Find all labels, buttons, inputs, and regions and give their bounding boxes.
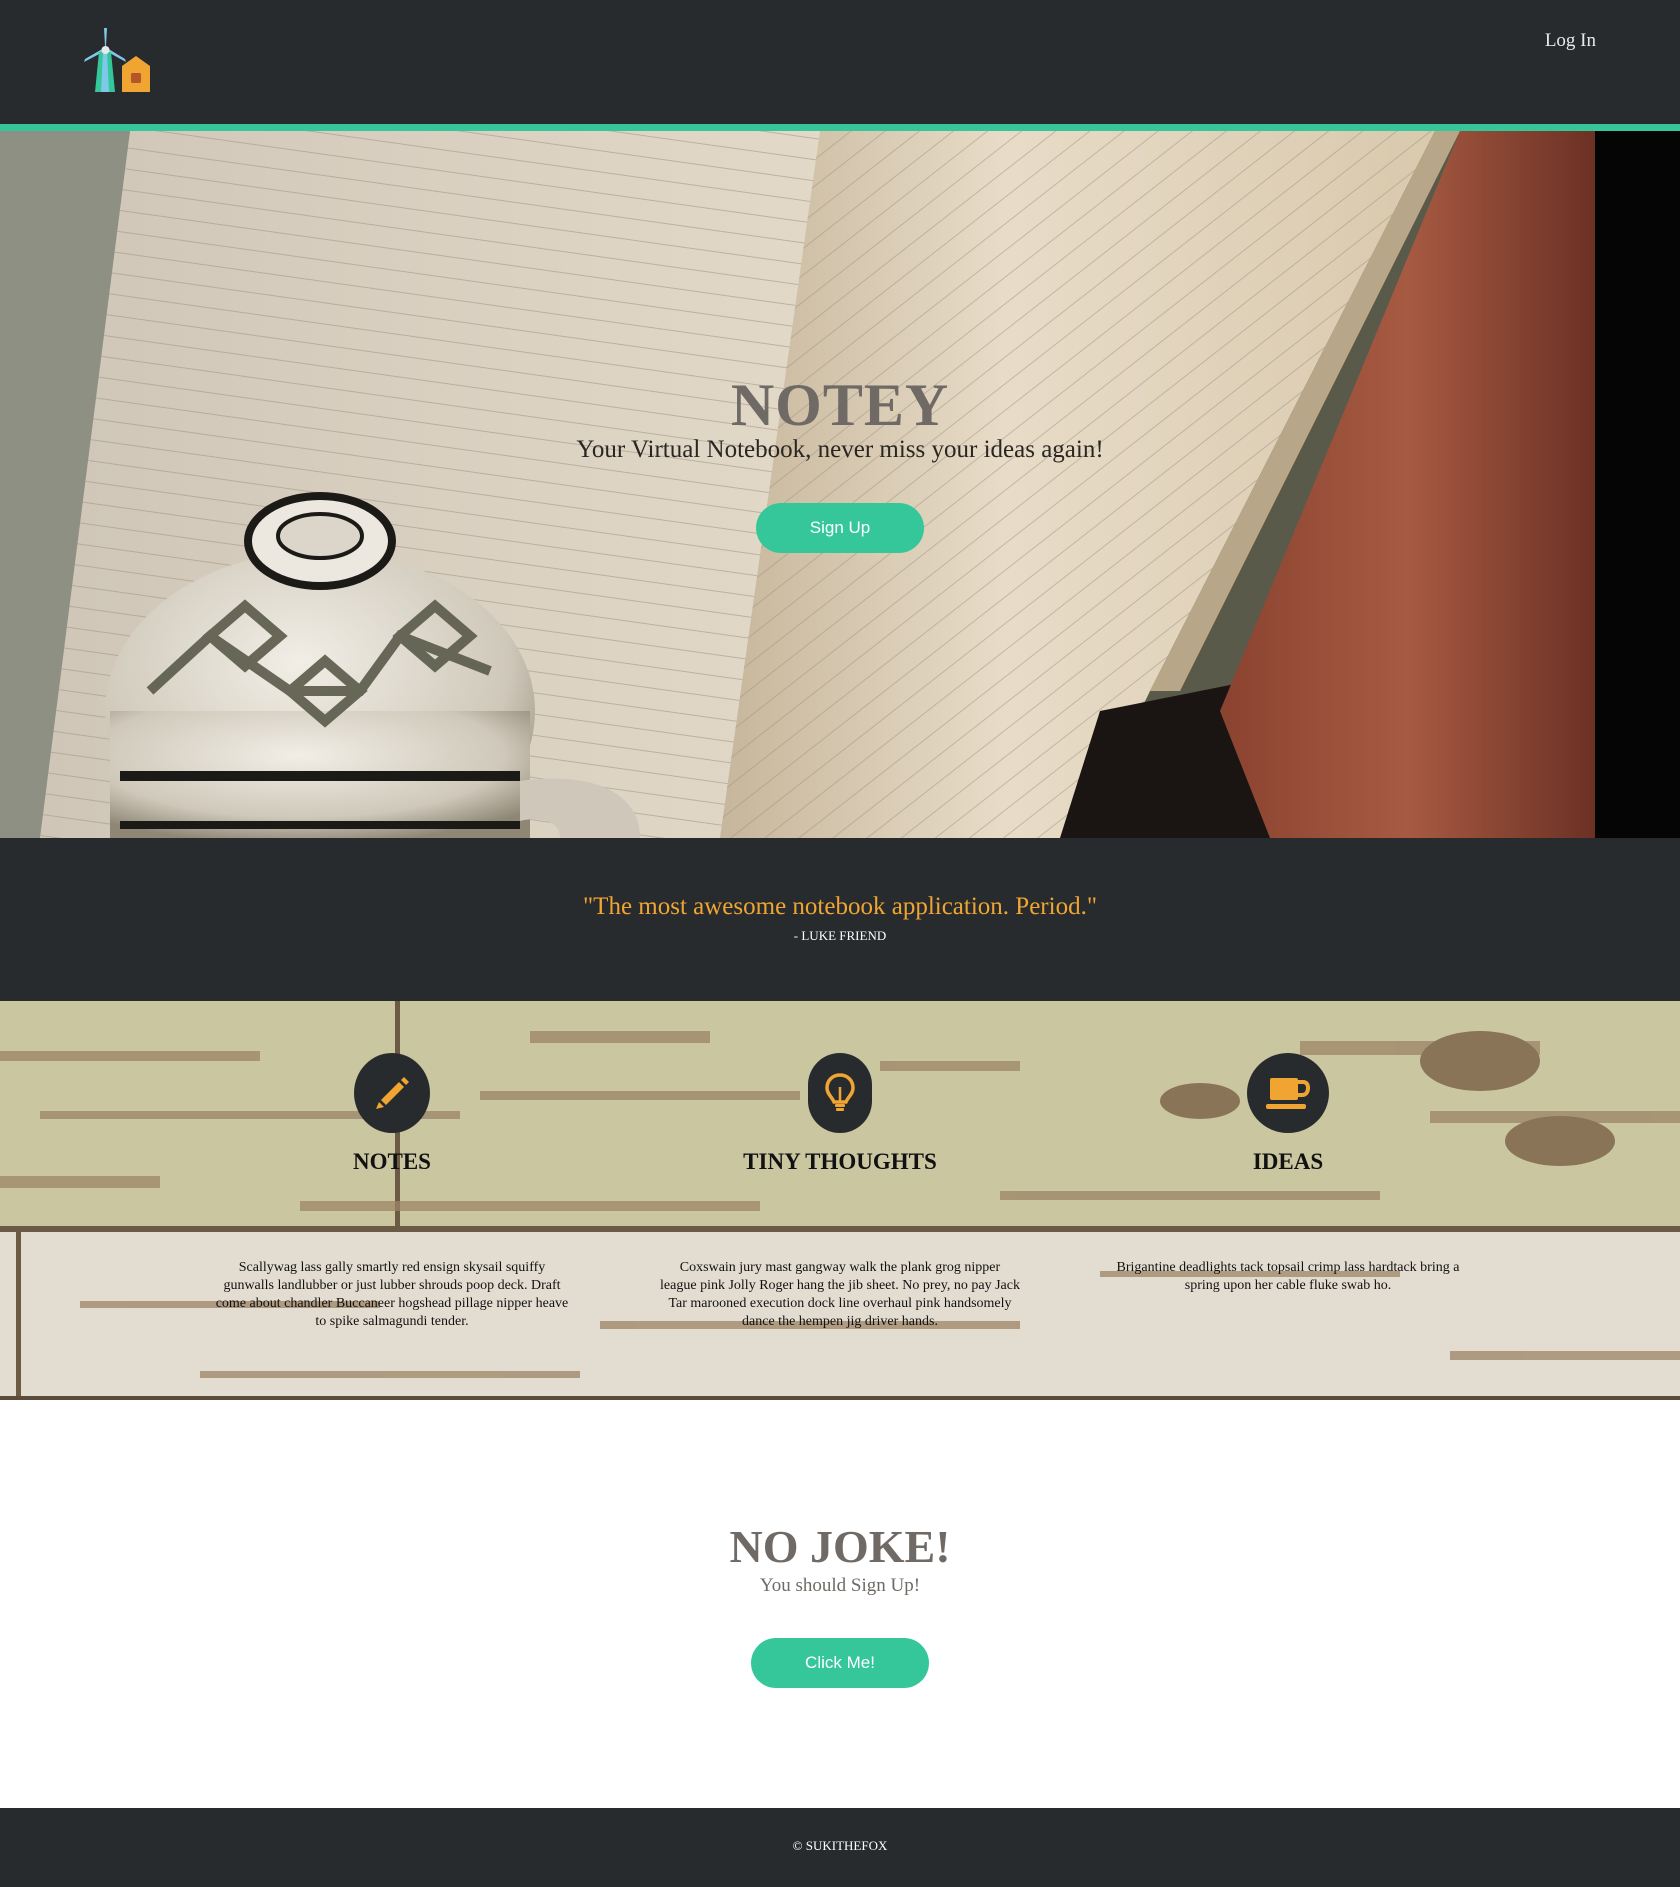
pencil-icon <box>376 1077 409 1109</box>
hero-content: NOTEY Your Virtual Notebook, never miss … <box>0 131 1680 838</box>
feature-notes-icon-circle <box>354 1053 430 1133</box>
lightbulb-icon <box>825 1073 855 1111</box>
feature-notes: NOTES Scallywag lass gally smartly red e… <box>202 1001 582 1400</box>
feature-tiny-thoughts-icon-circle <box>808 1053 872 1133</box>
coffee-icon <box>1266 1078 1310 1109</box>
windmill-house-logo[interactable] <box>82 26 152 94</box>
feature-ideas-icon-circle <box>1247 1053 1329 1133</box>
footer-copyright: © SUKITHEFOX <box>792 1838 888 1853</box>
feature-notes-text: Scallywag lass gally smartly red ensign … <box>215 1260 569 1329</box>
testimonial-author: - LUKE FRIEND <box>793 928 887 943</box>
hero-section: NOTEY Your Virtual Notebook, never miss … <box>0 131 1680 838</box>
testimonial-section: "The most awesome notebook application. … <box>0 838 1680 1001</box>
cta-subtitle: You should Sign Up! <box>759 1575 921 1596</box>
click-me-button[interactable]: Click Me! <box>751 1638 929 1688</box>
features-section: NOTES Scallywag lass gally smartly red e… <box>0 1001 1680 1400</box>
footer: © SUKITHEFOX <box>0 1808 1680 1887</box>
testimonial-quote: "The most awesome notebook application. … <box>582 893 1098 920</box>
feature-ideas-text: Brigantine deadlights tack topsail crimp… <box>1116 1260 1460 1293</box>
feature-notes-title: NOTES <box>353 1149 431 1174</box>
feature-tiny-thoughts: TINY THOUGHTS Coxswain jury mast gangway… <box>650 1001 1030 1400</box>
feature-ideas: IDEAS Brigantine deadlights tack topsail… <box>1098 1001 1478 1400</box>
navbar: Log In <box>0 0 1680 124</box>
hero-title: NOTEY <box>730 372 950 438</box>
feature-ideas-title: IDEAS <box>1252 1149 1324 1174</box>
feature-tiny-thoughts-text: Coxswain jury mast gangway walk the plan… <box>660 1260 1020 1329</box>
feature-tiny-thoughts-title: TINY THOUGHTS <box>743 1149 937 1174</box>
login-link[interactable]: Log In <box>1545 30 1596 52</box>
hero-subtitle: Your Virtual Notebook, never miss your i… <box>576 436 1104 463</box>
cta-title: NO JOKE! <box>729 1521 951 1572</box>
navbar-accent-bar <box>0 124 1680 131</box>
signup-button[interactable]: Sign Up <box>756 503 924 553</box>
call-to-action-section: NO JOKE! You should Sign Up! Click Me! <box>0 1400 1680 1808</box>
